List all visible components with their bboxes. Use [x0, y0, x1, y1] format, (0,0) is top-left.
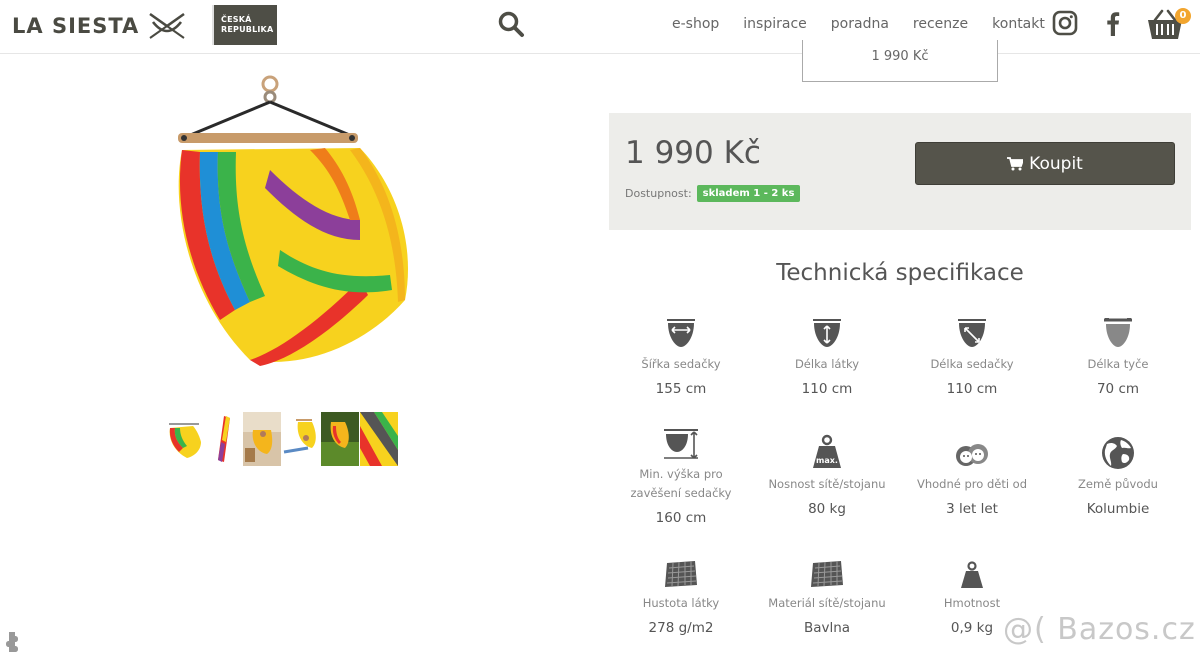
spec-label: Min. výška pro zavěšení sedačky [608, 465, 754, 503]
seat-width-icon [667, 319, 695, 347]
thumbnail-2[interactable] [204, 412, 242, 466]
search-icon[interactable] [497, 10, 525, 38]
price-panel: 1 990 Kč Dostupnost: skladem 1 - 2 ks Ko… [609, 113, 1191, 230]
spec-max-load: max. Nosnost sítě/stojanu 80 kg [754, 432, 900, 517]
kids-icon [956, 444, 988, 466]
cart-small-icon [1007, 156, 1024, 170]
badge-stripe [212, 5, 214, 45]
variant-option[interactable]: 1 990 Kč [802, 40, 998, 82]
spec-value: 70 cm [1096, 381, 1140, 397]
spec-label: Nosnost sítě/stojanu [768, 477, 886, 491]
thumbnail-4[interactable] [282, 412, 320, 466]
thumbnail-6[interactable] [360, 412, 398, 466]
fabric-density-icon [665, 561, 697, 587]
spec-material: Materiál sítě/stojanu Bavlna [754, 551, 900, 636]
buy-button-label: Koupit [1029, 153, 1083, 174]
spec-label-line2: zavěšení sedačky [630, 486, 732, 500]
logo[interactable]: LA SIESTA [12, 9, 187, 43]
main-nav: e-shop inspirace poradna recenze kontakt [672, 16, 1069, 32]
spec-bar-length: Délka tyče 70 cm [1045, 312, 1191, 397]
spec-value: 3 let let [946, 501, 998, 517]
nav-eshop[interactable]: e-shop [672, 16, 719, 32]
nav-poradna[interactable]: poradna [831, 16, 889, 32]
spec-value: 110 cm [946, 381, 998, 397]
spec-value: 110 cm [801, 381, 853, 397]
spec-value: 80 kg [808, 501, 846, 517]
spec-label: Materiál sítě/stojanu [768, 596, 886, 610]
thumbnail-3[interactable] [243, 412, 281, 466]
spec-label: Hmotnost [943, 596, 1001, 610]
availability-label: Dostupnost: [625, 187, 692, 200]
availability: Dostupnost: skladem 1 - 2 ks [625, 185, 801, 202]
spec-label: Šířka sedačky [641, 357, 721, 371]
watermark: @( Bazos.cz [1003, 612, 1196, 647]
thumbnail-5[interactable] [321, 412, 359, 466]
country-line2: REPUBLIKA [221, 25, 274, 34]
fabric-length-icon [813, 319, 841, 347]
stock-badge: skladem 1 - 2 ks [696, 185, 801, 202]
buy-button[interactable]: Koupit [915, 142, 1175, 185]
logo-hammock-icon [149, 12, 186, 39]
logo-text: LA SIESTA [12, 14, 140, 38]
spec-seat-width: Šířka sedačky 155 cm [608, 312, 754, 397]
country-badge: ČESKÁ REPUBLIKA [212, 5, 277, 45]
spec-origin: Země původu Kolumbie [1045, 432, 1191, 517]
nav-inspirace[interactable]: inspirace [743, 16, 806, 32]
weight-icon [961, 561, 983, 588]
spec-fabric-length: Délka látky 110 cm [754, 312, 900, 397]
thumbnail-1[interactable] [165, 412, 203, 466]
country-line1: ČESKÁ [221, 15, 252, 24]
spec-label: Délka tyče [1087, 357, 1149, 371]
product-price: 1 990 Kč [625, 135, 761, 171]
spec-fabric-density: Hustota látky 278 g/m2 [608, 551, 754, 636]
nav-kontakt[interactable]: kontakt [992, 16, 1045, 32]
globe-icon [1102, 437, 1134, 469]
site-header: LA SIESTA ČESKÁ REPUBLIKA e-shop inspira… [0, 0, 1200, 54]
spec-label: Země původu [1078, 477, 1158, 491]
spec-value: 278 g/m2 [648, 620, 714, 636]
facebook-icon[interactable] [1100, 10, 1126, 36]
thumbnail-strip [165, 412, 399, 466]
material-icon [811, 561, 843, 587]
max-load-icon: max. [813, 434, 841, 468]
seat-length-icon [958, 319, 986, 347]
nav-recenze[interactable]: recenze [913, 16, 968, 32]
spec-label: Délka sedačky [930, 357, 1014, 371]
max-badge-text: max. [816, 456, 838, 465]
spec-value: 155 cm [655, 381, 707, 397]
spec-kids: Vhodné pro děti od 3 let let [899, 432, 1045, 517]
spec-value: Kolumbie [1086, 501, 1150, 517]
puzzle-icon [6, 632, 18, 652]
instagram-icon[interactable] [1052, 10, 1078, 36]
product-image[interactable] [160, 70, 420, 370]
bar-length-icon [1104, 318, 1132, 347]
spec-label: Vhodné pro děti od [916, 477, 1028, 491]
spec-label-line1: Min. výška pro [639, 467, 723, 481]
cart-count-badge: 0 [1175, 8, 1191, 24]
spec-seat-length: Délka sedačky 110 cm [899, 312, 1045, 397]
spec-hanging-height: Min. výška pro zavěšení sedačky 160 cm [608, 422, 754, 526]
spec-value: Bavlna [803, 620, 851, 636]
spec-title: Technická specifikace [776, 260, 1024, 286]
spec-value: 160 cm [655, 510, 707, 526]
spec-label: Hustota látky [642, 596, 720, 610]
spec-label: Délka látky [794, 357, 860, 371]
hanging-height-icon [664, 429, 698, 459]
